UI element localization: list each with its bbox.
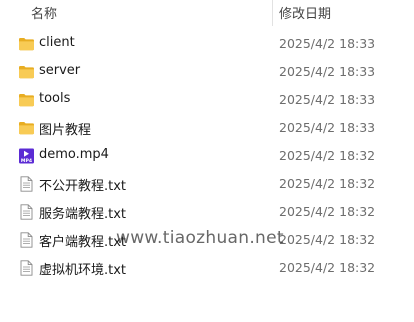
file-name: demo.mp4 (39, 147, 109, 162)
file-row-client[interactable]: client 2025/4/2 18:33 (0, 30, 414, 58)
column-divider[interactable] (272, 0, 273, 26)
svg-text:MP4: MP4 (21, 158, 32, 164)
file-name: client (39, 35, 75, 50)
file-modified-date: 2025/4/2 18:32 (279, 148, 376, 163)
file-modified-date: 2025/4/2 18:32 (279, 260, 376, 275)
file-name: 客户端教程.txt (39, 235, 127, 250)
watermark-text: www.tiaozhuan.net (116, 228, 284, 248)
file-row-demo-mp4[interactable]: MP4 demo.mp4 2025/4/2 18:32 (0, 142, 414, 170)
file-name: 不公开教程.txt (39, 179, 127, 194)
folder-icon (19, 38, 34, 51)
file-modified-date: 2025/4/2 18:33 (279, 120, 376, 135)
file-row-server-tutorial-txt[interactable]: 服务端教程.txt 2025/4/2 18:32 (0, 198, 414, 226)
text-file-icon (20, 176, 33, 192)
file-row-server[interactable]: server 2025/4/2 18:33 (0, 58, 414, 86)
file-name: server (39, 63, 81, 78)
file-modified-date: 2025/4/2 18:33 (279, 36, 376, 51)
file-row-image-tutorial[interactable]: 图片教程 2025/4/2 18:33 (0, 114, 414, 142)
text-file-icon (20, 232, 33, 248)
folder-icon (19, 122, 34, 135)
file-name: 图片教程 (39, 123, 92, 138)
column-header-name[interactable]: 名称 (31, 3, 57, 22)
file-modified-date: 2025/4/2 18:32 (279, 204, 376, 219)
text-file-icon (20, 204, 33, 220)
file-name: tools (39, 91, 71, 106)
file-modified-date: 2025/4/2 18:32 (279, 232, 376, 247)
folder-icon (19, 94, 34, 107)
column-header-modified-date[interactable]: 修改日期 (279, 3, 331, 22)
file-row-vm-environment-txt[interactable]: 虚拟机环境.txt 2025/4/2 18:32 (0, 254, 414, 282)
folder-icon (19, 66, 34, 79)
file-row-private-tutorial-txt[interactable]: 不公开教程.txt 2025/4/2 18:32 (0, 170, 414, 198)
file-modified-date: 2025/4/2 18:33 (279, 92, 376, 107)
file-modified-date: 2025/4/2 18:33 (279, 64, 376, 79)
column-header-bar: 名称 修改日期 (0, 0, 414, 26)
file-modified-date: 2025/4/2 18:32 (279, 176, 376, 191)
text-file-icon (20, 260, 33, 276)
mp4-video-icon: MP4 (19, 148, 34, 164)
file-row-tools[interactable]: tools 2025/4/2 18:33 (0, 86, 414, 114)
file-name: 服务端教程.txt (39, 207, 127, 222)
file-name: 虚拟机环境.txt (39, 263, 127, 278)
